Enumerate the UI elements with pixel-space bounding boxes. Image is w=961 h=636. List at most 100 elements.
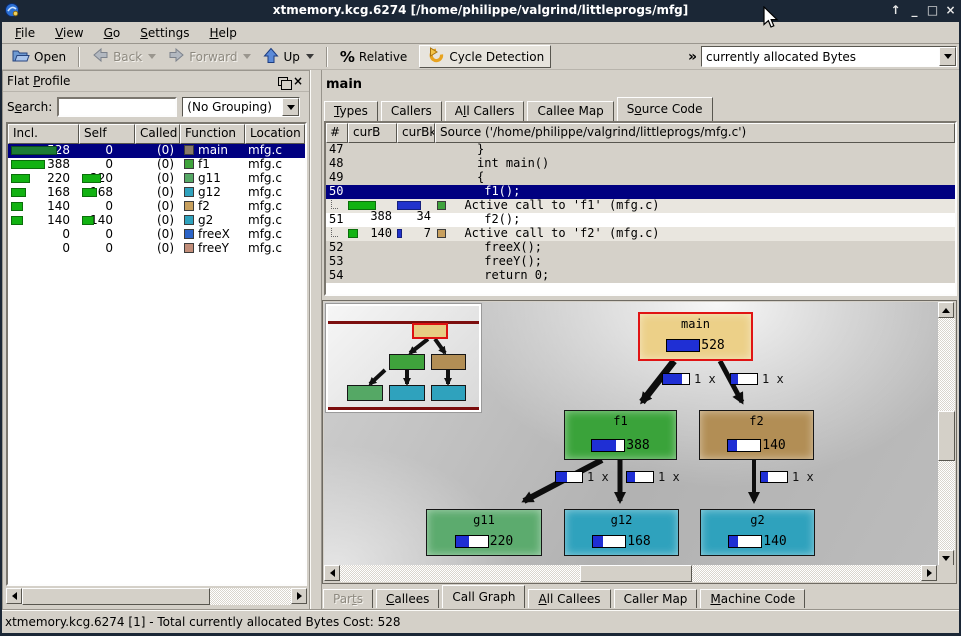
forward-button[interactable]: Forward (162, 45, 257, 68)
scroll-left-icon[interactable] (6, 588, 22, 604)
tab-source-code[interactable]: Source Code (617, 97, 713, 121)
scrollbar-track[interactable] (340, 565, 921, 582)
scrollbar-track[interactable] (938, 318, 955, 550)
graph-node-main[interactable]: main528 (638, 312, 753, 361)
relative-toggle-button[interactable]: % Relative (334, 45, 413, 68)
search-input[interactable] (57, 97, 177, 117)
node-label: g2 (701, 513, 814, 527)
graph-node-f1[interactable]: f1388 (564, 410, 677, 460)
tab-caller-map[interactable]: Caller Map (614, 589, 698, 608)
flat-profile-hscrollbar[interactable] (6, 588, 307, 605)
flat-profile-header: Incl.SelfCalledFunctionLocation (8, 124, 305, 144)
combo-dropdown-icon[interactable] (939, 47, 956, 66)
dock-title: Flat Profile (7, 74, 275, 88)
menu-view[interactable]: View (46, 24, 92, 42)
title-bar[interactable]: xtmemory.kcg.6274 [/home/philippe/valgri… (0, 0, 961, 22)
tab-callees[interactable]: Callees (376, 589, 439, 608)
keep-above-icon[interactable]: ↑ (887, 2, 904, 19)
source-line-row[interactable]: 48int main() (326, 157, 955, 171)
cost-type-combobox[interactable]: currently allocated Bytes (701, 46, 957, 67)
source-line-row[interactable]: 51 f2(); (326, 213, 955, 227)
source-column-header[interactable]: curB (348, 123, 397, 143)
column-header-called[interactable]: Called (135, 124, 180, 144)
scrollbar-thumb[interactable] (22, 588, 210, 605)
dock-float-icon[interactable] (278, 77, 288, 86)
edge-label-main-f2[interactable]: 1 x (730, 372, 784, 386)
graph-vscrollbar[interactable] (938, 302, 955, 566)
tab-machine-code[interactable]: Machine Code (700, 589, 805, 608)
tab-callee-map[interactable]: Callee Map (527, 101, 613, 121)
source-call-row[interactable]: 1407 Active call to 'f2' (mfg.c) (326, 227, 955, 241)
scroll-right-icon[interactable] (921, 565, 937, 581)
forward-dropdown-icon[interactable] (243, 54, 251, 59)
scrollbar-thumb[interactable] (938, 411, 955, 461)
toolbar-overflow-chevron[interactable]: » (688, 49, 697, 65)
combo-dropdown-icon[interactable] (282, 98, 299, 116)
tab-all-callees[interactable]: All Callees (528, 589, 610, 608)
node-cost-meter (728, 535, 762, 548)
menu-go[interactable]: Go (95, 24, 130, 42)
source-call-row[interactable]: 38834 Active call to 'f1' (mfg.c) (326, 199, 955, 213)
edge-label-f1-g11[interactable]: 1 x (555, 470, 609, 484)
scroll-right-icon[interactable] (291, 588, 307, 604)
source-line-row[interactable]: 54 return 0; (326, 269, 955, 283)
column-header-location[interactable]: Location (245, 124, 305, 144)
graph-overview-minimap[interactable] (326, 304, 481, 412)
scrollbar-track[interactable] (22, 588, 291, 605)
table-row[interactable]: 140140(0)g2mfg.c (8, 214, 305, 228)
source-line-row[interactable]: 52 freeX(); (326, 241, 955, 255)
edge-label-f2-g2[interactable]: 1 x (760, 470, 814, 484)
up-dropdown-icon[interactable] (306, 54, 314, 59)
source-column-header[interactable]: # (326, 123, 348, 143)
tab-types[interactable]: Types (324, 101, 378, 121)
scroll-down-icon[interactable] (938, 550, 954, 566)
table-row[interactable]: 5280(0)mainmfg.c (8, 144, 305, 158)
call-graph-canvas[interactable]: main528 f1388 f2140 g11220 g12168 g2140 1 x 1 … (324, 302, 938, 566)
scrollbar-thumb[interactable] (580, 565, 692, 582)
open-button[interactable]: Open (6, 45, 72, 68)
close-icon[interactable]: × (942, 2, 959, 19)
graph-node-g12[interactable]: g12168 (564, 509, 679, 556)
source-line-row[interactable]: 49{ (326, 171, 955, 185)
table-row[interactable]: 1400(0)f2mfg.c (8, 200, 305, 214)
edge-label-f1-g12[interactable]: 1 x (626, 470, 680, 484)
tab-callers[interactable]: Callers (381, 101, 442, 121)
back-dropdown-icon[interactable] (148, 54, 156, 59)
call-mark-icon (331, 200, 338, 209)
graph-node-f2[interactable]: f2140 (699, 410, 814, 460)
menu-settings[interactable]: Settings (131, 24, 198, 42)
maximize-icon[interactable]: □ (924, 2, 941, 19)
source-column-header[interactable]: curBk (397, 123, 435, 143)
back-button[interactable]: Back (86, 45, 162, 68)
up-button[interactable]: Up (257, 45, 319, 68)
column-header-self[interactable]: Self (79, 124, 135, 144)
cycle-detection-button[interactable]: Cycle Detection (419, 45, 551, 68)
detail-tab-bar: TypesCallersAll CallersCallee MapSource … (324, 97, 713, 121)
tab-call-graph[interactable]: Call Graph (442, 585, 525, 608)
graph-hscrollbar[interactable] (324, 565, 937, 582)
source-line-row[interactable]: 50 f1(); (326, 185, 955, 199)
menu-help[interactable]: Help (200, 24, 245, 42)
column-header-incl[interactable]: Incl. (8, 124, 79, 144)
table-row[interactable]: 168168(0)g12mfg.c (8, 186, 305, 200)
table-row[interactable]: 3880(0)f1mfg.c (8, 158, 305, 172)
source-line-row[interactable]: 47} (326, 143, 955, 157)
tab-all-callers[interactable]: All Callers (445, 101, 525, 121)
table-row[interactable]: 220220(0)g11mfg.c (8, 172, 305, 186)
scroll-up-icon[interactable] (938, 302, 954, 318)
menu-file[interactable]: File (6, 24, 44, 42)
grouping-combobox[interactable]: (No Grouping) (182, 97, 300, 117)
source-line-row[interactable]: 53 freeY(); (326, 255, 955, 269)
column-header-function[interactable]: Function (180, 124, 245, 144)
edge-label-main-f1[interactable]: 1 x (662, 372, 716, 386)
dock-title-bar[interactable]: Flat Profile × (3, 71, 309, 92)
dock-close-icon[interactable]: × (291, 75, 305, 88)
scroll-left-icon[interactable] (324, 565, 340, 581)
table-row[interactable]: 00(0)freeYmfg.c (8, 242, 305, 256)
minimize-icon[interactable]: _ (906, 2, 923, 19)
graph-node-g2[interactable]: g2140 (700, 509, 815, 556)
graph-node-g11[interactable]: g11220 (426, 509, 542, 556)
source-column-header[interactable]: Source ('/home/philippe/valgrind/littlep… (435, 123, 955, 143)
panel-splitter[interactable] (310, 70, 322, 610)
table-row[interactable]: 00(0)freeXmfg.c (8, 228, 305, 242)
